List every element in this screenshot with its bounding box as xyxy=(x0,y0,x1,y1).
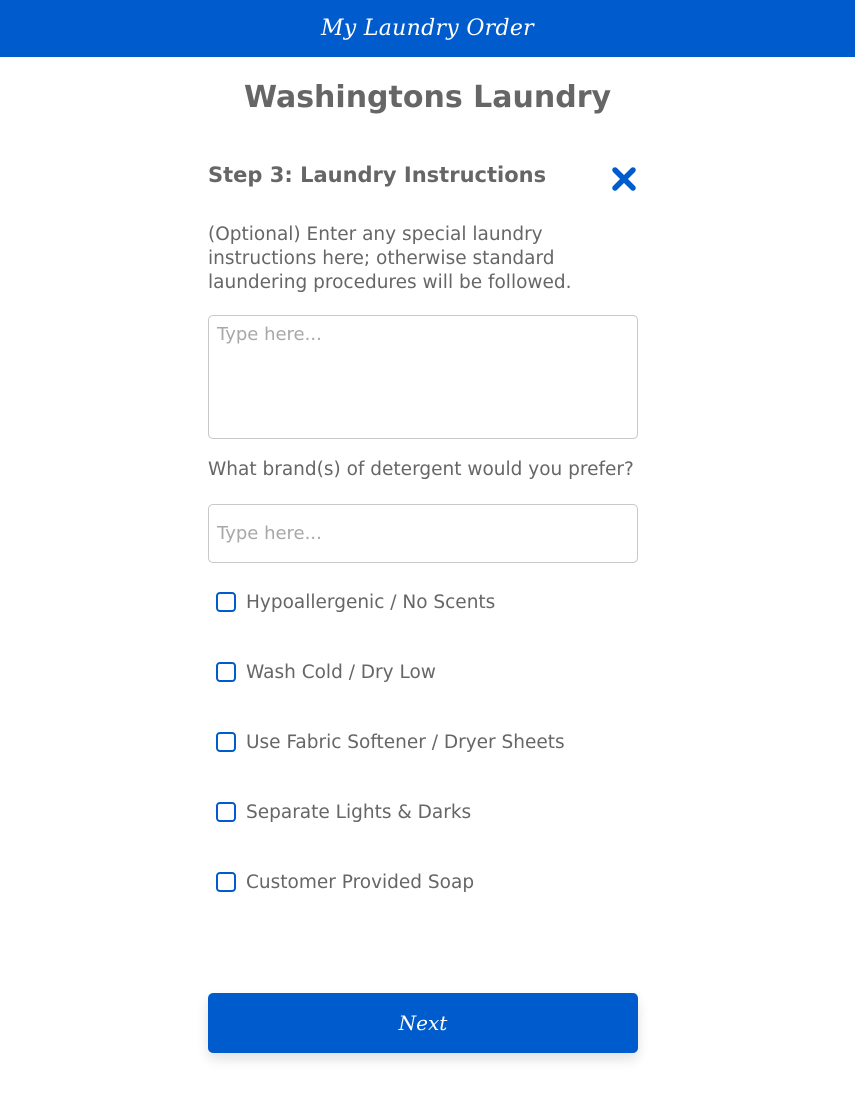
close-icon[interactable] xyxy=(611,166,637,192)
top-bar: My Laundry Order xyxy=(0,0,855,57)
option-label: Wash Cold / Dry Low xyxy=(246,661,436,683)
step-title: Step 3: Laundry Instructions xyxy=(208,163,547,187)
option-fabric-softener[interactable]: Use Fabric Softener / Dryer Sheets xyxy=(216,727,565,757)
option-wash-cold[interactable]: Wash Cold / Dry Low xyxy=(216,657,436,687)
checkbox[interactable] xyxy=(216,802,236,822)
checkbox[interactable] xyxy=(216,592,236,612)
checkbox[interactable] xyxy=(216,732,236,752)
option-hypoallergenic[interactable]: Hypoallergenic / No Scents xyxy=(216,587,495,617)
option-label: Use Fabric Softener / Dryer Sheets xyxy=(246,731,565,753)
next-button[interactable]: Next xyxy=(208,993,638,1053)
option-label: Customer Provided Soap xyxy=(246,871,475,893)
option-separate-lights-darks[interactable]: Separate Lights & Darks xyxy=(216,797,471,827)
business-name: Washingtons Laundry xyxy=(243,80,612,115)
option-label: Separate Lights & Darks xyxy=(246,801,472,823)
app-title: My Laundry Order xyxy=(320,16,534,41)
detergent-question: What brand(s) of detergent would you pre… xyxy=(208,459,634,480)
option-customer-soap[interactable]: Customer Provided Soap xyxy=(216,867,474,897)
instructions-description: (Optional) Enter any special laundry ins… xyxy=(208,224,572,293)
detergent-input[interactable] xyxy=(208,504,638,563)
instructions-textarea[interactable] xyxy=(208,315,638,439)
checkbox[interactable] xyxy=(216,872,236,892)
option-label: Hypoallergenic / No Scents xyxy=(246,591,496,613)
checkbox[interactable] xyxy=(216,662,236,682)
